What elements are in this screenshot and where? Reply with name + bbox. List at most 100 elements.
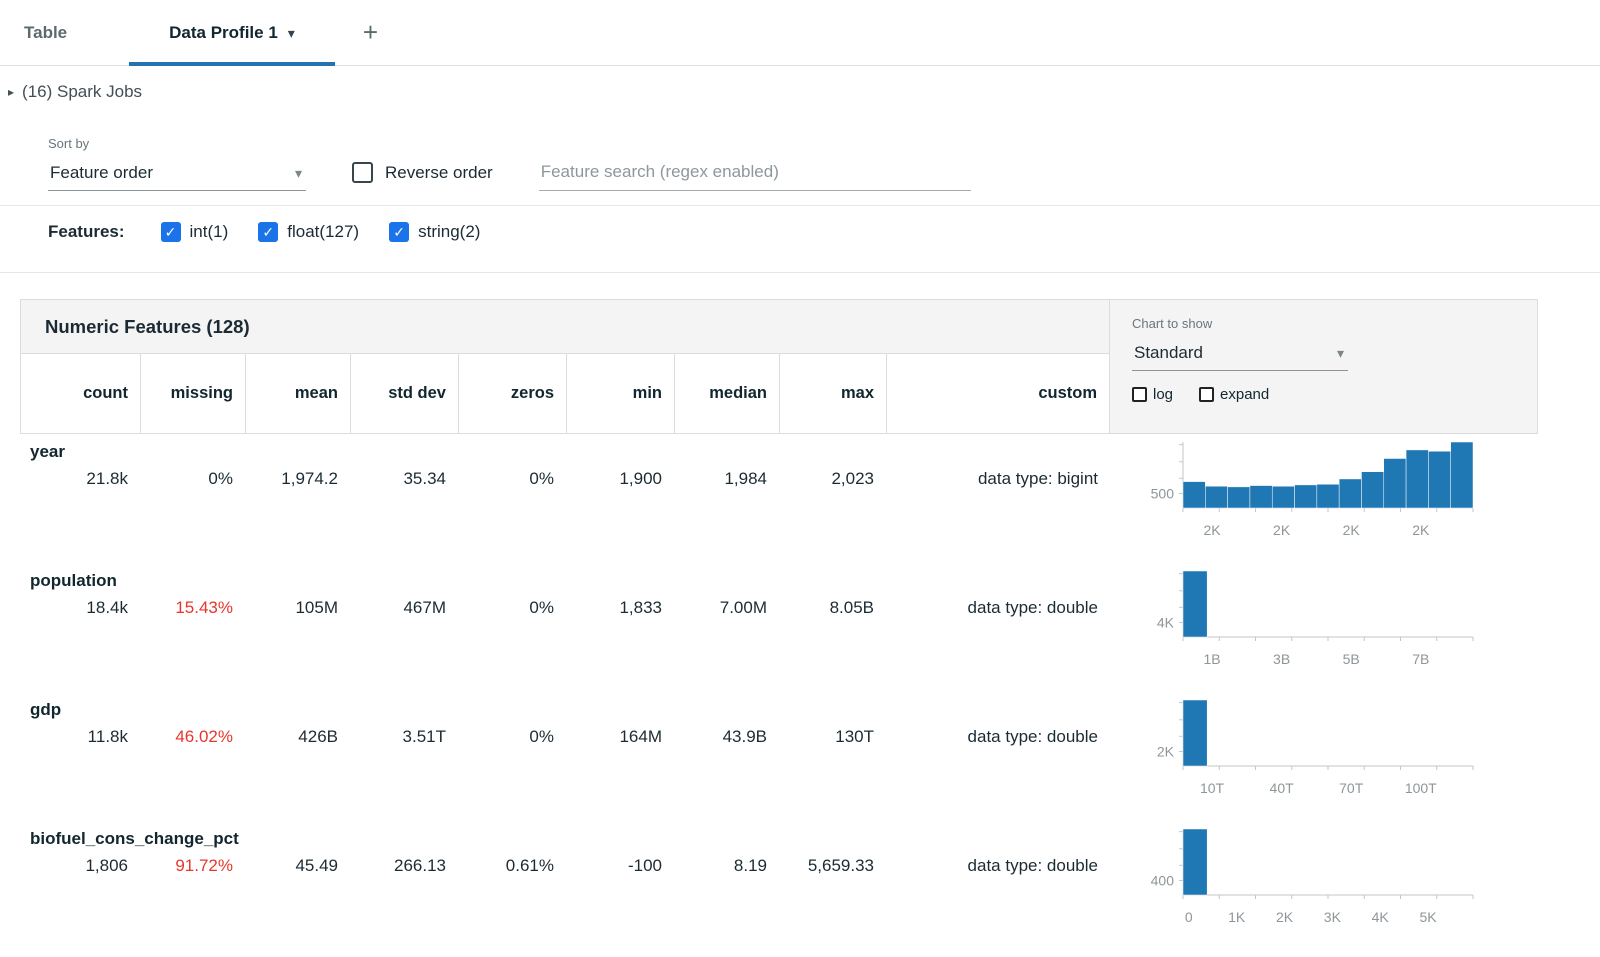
value-mean: 45.49	[245, 856, 350, 876]
value-custom: data type: double	[886, 727, 1110, 747]
features-label: Features:	[48, 222, 125, 242]
profile-controls: Sort by Feature order ▾ Reverse order	[48, 136, 1600, 191]
col-max: max	[780, 354, 887, 433]
svg-text:4K: 4K	[1157, 614, 1175, 630]
chart-options: log expand	[1132, 386, 1537, 403]
log-label: log	[1153, 386, 1173, 403]
value-max: 8.05B	[779, 598, 886, 618]
chart-panel: Chart to show Standard ▾ log expand	[1109, 300, 1537, 433]
filter-float-checkbox[interactable]: ✓ float(127)	[258, 222, 359, 242]
active-tab-indicator	[129, 62, 335, 66]
value-std-dev: 35.34	[350, 469, 458, 489]
value-min: 164M	[566, 727, 674, 747]
filter-string-label: string(2)	[418, 222, 480, 242]
value-std-dev: 3.51T	[350, 727, 458, 747]
reverse-order-checkbox[interactable]: Reverse order	[352, 162, 493, 191]
histogram-chart: 4K 1B 3B 5B 7B	[1135, 565, 1480, 670]
value-missing: 91.72%	[140, 856, 245, 876]
value-max: 5,659.33	[779, 856, 886, 876]
col-missing: missing	[141, 354, 246, 433]
svg-text:3K: 3K	[1324, 909, 1342, 925]
feature-row-population: population 18.4k 15.43% 105M 467M 0% 1,8…	[20, 563, 1538, 692]
svg-text:40T: 40T	[1270, 780, 1295, 796]
sort-by-select[interactable]: Feature order ▾	[48, 159, 306, 191]
svg-text:7B: 7B	[1412, 651, 1429, 667]
value-median: 1,984	[674, 469, 779, 489]
add-tab-button[interactable]: +	[363, 0, 378, 65]
value-std-dev: 266.13	[350, 856, 458, 876]
svg-text:1K: 1K	[1228, 909, 1246, 925]
chart-to-show-label: Chart to show	[1132, 316, 1537, 331]
sort-by-group: Sort by Feature order ▾	[48, 136, 306, 191]
svg-text:2K: 2K	[1276, 909, 1294, 925]
feature-search-group	[539, 158, 971, 191]
filter-int-checkbox[interactable]: ✓ int(1)	[161, 222, 229, 242]
histogram-chart: 2K10T40T70T100T	[1135, 694, 1480, 799]
value-median: 43.9B	[674, 727, 779, 747]
feature-values: 18.4k 15.43% 105M 467M 0% 1,833 7.00M 8.…	[20, 598, 1110, 618]
feature-search-input[interactable]	[539, 158, 971, 191]
svg-text:2K: 2K	[1412, 522, 1430, 538]
chevron-down-icon: ▾	[288, 25, 295, 42]
table-title: Numeric Features (128)	[21, 300, 1109, 354]
value-count: 21.8k	[20, 469, 140, 489]
table-header: Numeric Features (128) count missing mea…	[20, 299, 1538, 434]
value-count: 1,806	[20, 856, 140, 876]
feature-values: 21.8k 0% 1,974.2 35.34 0% 1,900 1,984 2,…	[20, 469, 1110, 489]
chart-type-value: Standard	[1134, 343, 1203, 363]
svg-text:3B: 3B	[1273, 651, 1290, 667]
value-mean: 105M	[245, 598, 350, 618]
histogram-chart: 40001K2K3K4K5K	[1135, 823, 1480, 928]
chevron-down-icon: ▾	[295, 165, 302, 182]
feature-values: 1,806 91.72% 45.49 266.13 0.61% -100 8.1…	[20, 856, 1110, 876]
tab-table[interactable]: Table	[24, 0, 67, 65]
col-count: count	[21, 354, 141, 433]
feature-filters: Features: ✓ int(1) ✓ float(127) ✓ string…	[0, 206, 1600, 258]
value-custom: data type: double	[886, 598, 1110, 618]
value-max: 2,023	[779, 469, 886, 489]
table-title-text: Numeric Features (128)	[45, 316, 250, 338]
tab-bar: Table Data Profile 1 ▾ +	[0, 0, 1600, 66]
svg-text:10T: 10T	[1200, 780, 1225, 796]
spark-jobs-toggle[interactable]: ▸ (16) Spark Jobs	[0, 66, 1600, 102]
svg-text:5B: 5B	[1343, 651, 1360, 667]
chart-type-select[interactable]: Standard ▾	[1132, 339, 1348, 371]
value-zeros: 0.61%	[458, 856, 566, 876]
feature-values: 11.8k 46.02% 426B 3.51T 0% 164M 43.9B 13…	[20, 727, 1110, 747]
col-custom: custom	[887, 354, 1109, 433]
svg-text:1B: 1B	[1203, 651, 1220, 667]
value-mean: 1,974.2	[245, 469, 350, 489]
tab-data-profile-label: Data Profile 1	[169, 23, 278, 43]
numeric-features-table: Numeric Features (128) count missing mea…	[20, 299, 1538, 950]
col-std-dev: std dev	[351, 354, 459, 433]
col-zeros: zeros	[459, 354, 567, 433]
expand-checkbox[interactable]: expand	[1199, 386, 1269, 403]
filter-string-checkbox[interactable]: ✓ string(2)	[389, 222, 480, 242]
col-mean: mean	[246, 354, 351, 433]
svg-text:500: 500	[1151, 485, 1175, 501]
svg-text:2K: 2K	[1203, 522, 1221, 538]
value-missing: 15.43%	[140, 598, 245, 618]
svg-text:2K: 2K	[1157, 743, 1175, 759]
value-min: 1,900	[566, 469, 674, 489]
reverse-order-label: Reverse order	[385, 163, 493, 183]
svg-text:400: 400	[1151, 872, 1175, 888]
value-zeros: 0%	[458, 727, 566, 747]
svg-text:4K: 4K	[1372, 909, 1390, 925]
checkbox-checked-icon: ✓	[389, 222, 409, 242]
value-missing: 0%	[140, 469, 245, 489]
value-custom: data type: double	[886, 856, 1110, 876]
svg-text:2K: 2K	[1343, 522, 1361, 538]
value-median: 8.19	[674, 856, 779, 876]
tab-data-profile[interactable]: Data Profile 1 ▾	[129, 0, 335, 65]
value-missing: 46.02%	[140, 727, 245, 747]
feature-row-year: year 21.8k 0% 1,974.2 35.34 0% 1,900 1,9…	[20, 434, 1538, 563]
checkbox-unchecked-icon	[1132, 387, 1147, 402]
log-checkbox[interactable]: log	[1132, 386, 1173, 403]
svg-text:0: 0	[1185, 909, 1193, 925]
value-min: -100	[566, 856, 674, 876]
checkbox-unchecked-icon	[352, 162, 373, 183]
value-custom: data type: bigint	[886, 469, 1110, 489]
svg-text:2K: 2K	[1273, 522, 1291, 538]
col-min: min	[567, 354, 675, 433]
